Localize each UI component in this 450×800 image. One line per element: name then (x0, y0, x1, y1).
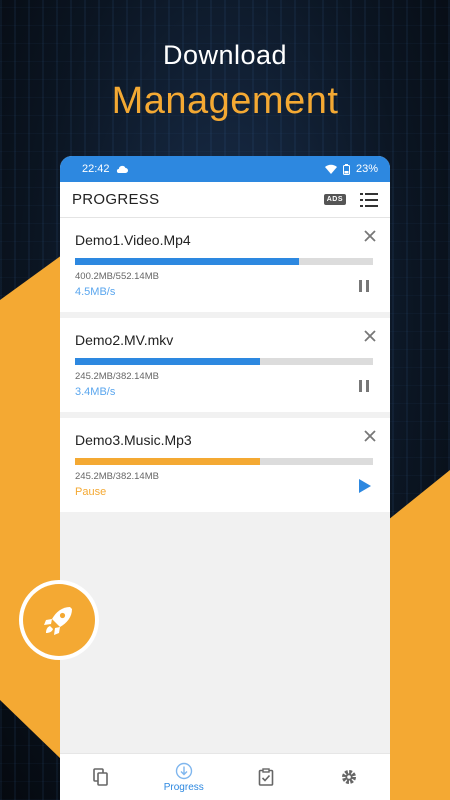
progress-fill (75, 358, 260, 365)
gear-icon (341, 770, 356, 784)
download-list: Demo1.Video.Mp4 400.2MB/552.14MB 4.5MB/s… (60, 218, 390, 512)
progress-bar (75, 458, 373, 465)
close-icon[interactable] (364, 330, 376, 342)
progress-fill (75, 458, 260, 465)
ads-button[interactable]: ADS (323, 194, 346, 205)
download-item[interactable]: Demo1.Video.Mp4 400.2MB/552.14MB 4.5MB/s (60, 218, 390, 312)
status-time: 22:42 (82, 163, 110, 175)
download-progress-icon (175, 762, 192, 779)
download-status: Pause (75, 486, 107, 498)
headline-line-1: Download (162, 40, 288, 70)
file-name: Demo2.MV.mkv (75, 332, 174, 348)
close-icon[interactable] (364, 230, 376, 242)
wifi-icon (324, 164, 337, 174)
phone-screen: 22:42 23% PROGRESS ADS Demo1.Video.Mp4 4… (60, 156, 390, 800)
nav-completed[interactable] (225, 754, 308, 800)
download-item[interactable]: Demo2.MV.mkv 245.2MB/382.14MB 3.4MB/s (60, 318, 390, 412)
download-item[interactable]: Demo3.Music.Mp3 245.2MB/382.14MB Pause (60, 418, 390, 512)
list-menu-icon[interactable] (360, 192, 378, 207)
boost-button-circle (23, 584, 95, 656)
pause-icon[interactable] (356, 378, 372, 394)
boost-button[interactable] (19, 580, 99, 660)
pause-icon[interactable] (356, 278, 372, 294)
cloud-icon (116, 165, 128, 173)
close-icon[interactable] (364, 430, 376, 442)
download-speed: 3.4MB/s (75, 386, 116, 398)
bottom-nav: Progress (60, 753, 390, 800)
copy-icon (93, 768, 109, 786)
file-name: Demo1.Video.Mp4 (75, 232, 191, 248)
rocket-icon (44, 607, 72, 635)
headline-line-2: Management (111, 80, 339, 122)
file-size: 245.2MB/382.14MB (75, 471, 159, 482)
progress-bar (75, 358, 373, 365)
file-size: 245.2MB/382.14MB (75, 371, 159, 382)
play-icon[interactable] (356, 478, 372, 494)
file-size: 400.2MB/552.14MB (75, 271, 159, 282)
nav-copy[interactable] (60, 754, 143, 800)
download-speed: 4.5MB/s (75, 286, 116, 298)
page-title: PROGRESS (72, 191, 160, 208)
file-name: Demo3.Music.Mp3 (75, 432, 192, 448)
app-bar: PROGRESS ADS (60, 182, 390, 218)
clipboard-check-icon (258, 768, 274, 786)
progress-bar (75, 258, 373, 265)
battery-icon (342, 163, 350, 175)
progress-fill (75, 258, 299, 265)
nav-settings[interactable] (308, 754, 391, 800)
battery-level: 23% (355, 163, 378, 175)
nav-progress[interactable]: Progress (143, 754, 226, 800)
status-bar: 22:42 23% (60, 156, 390, 182)
nav-progress-label: Progress (163, 781, 204, 793)
